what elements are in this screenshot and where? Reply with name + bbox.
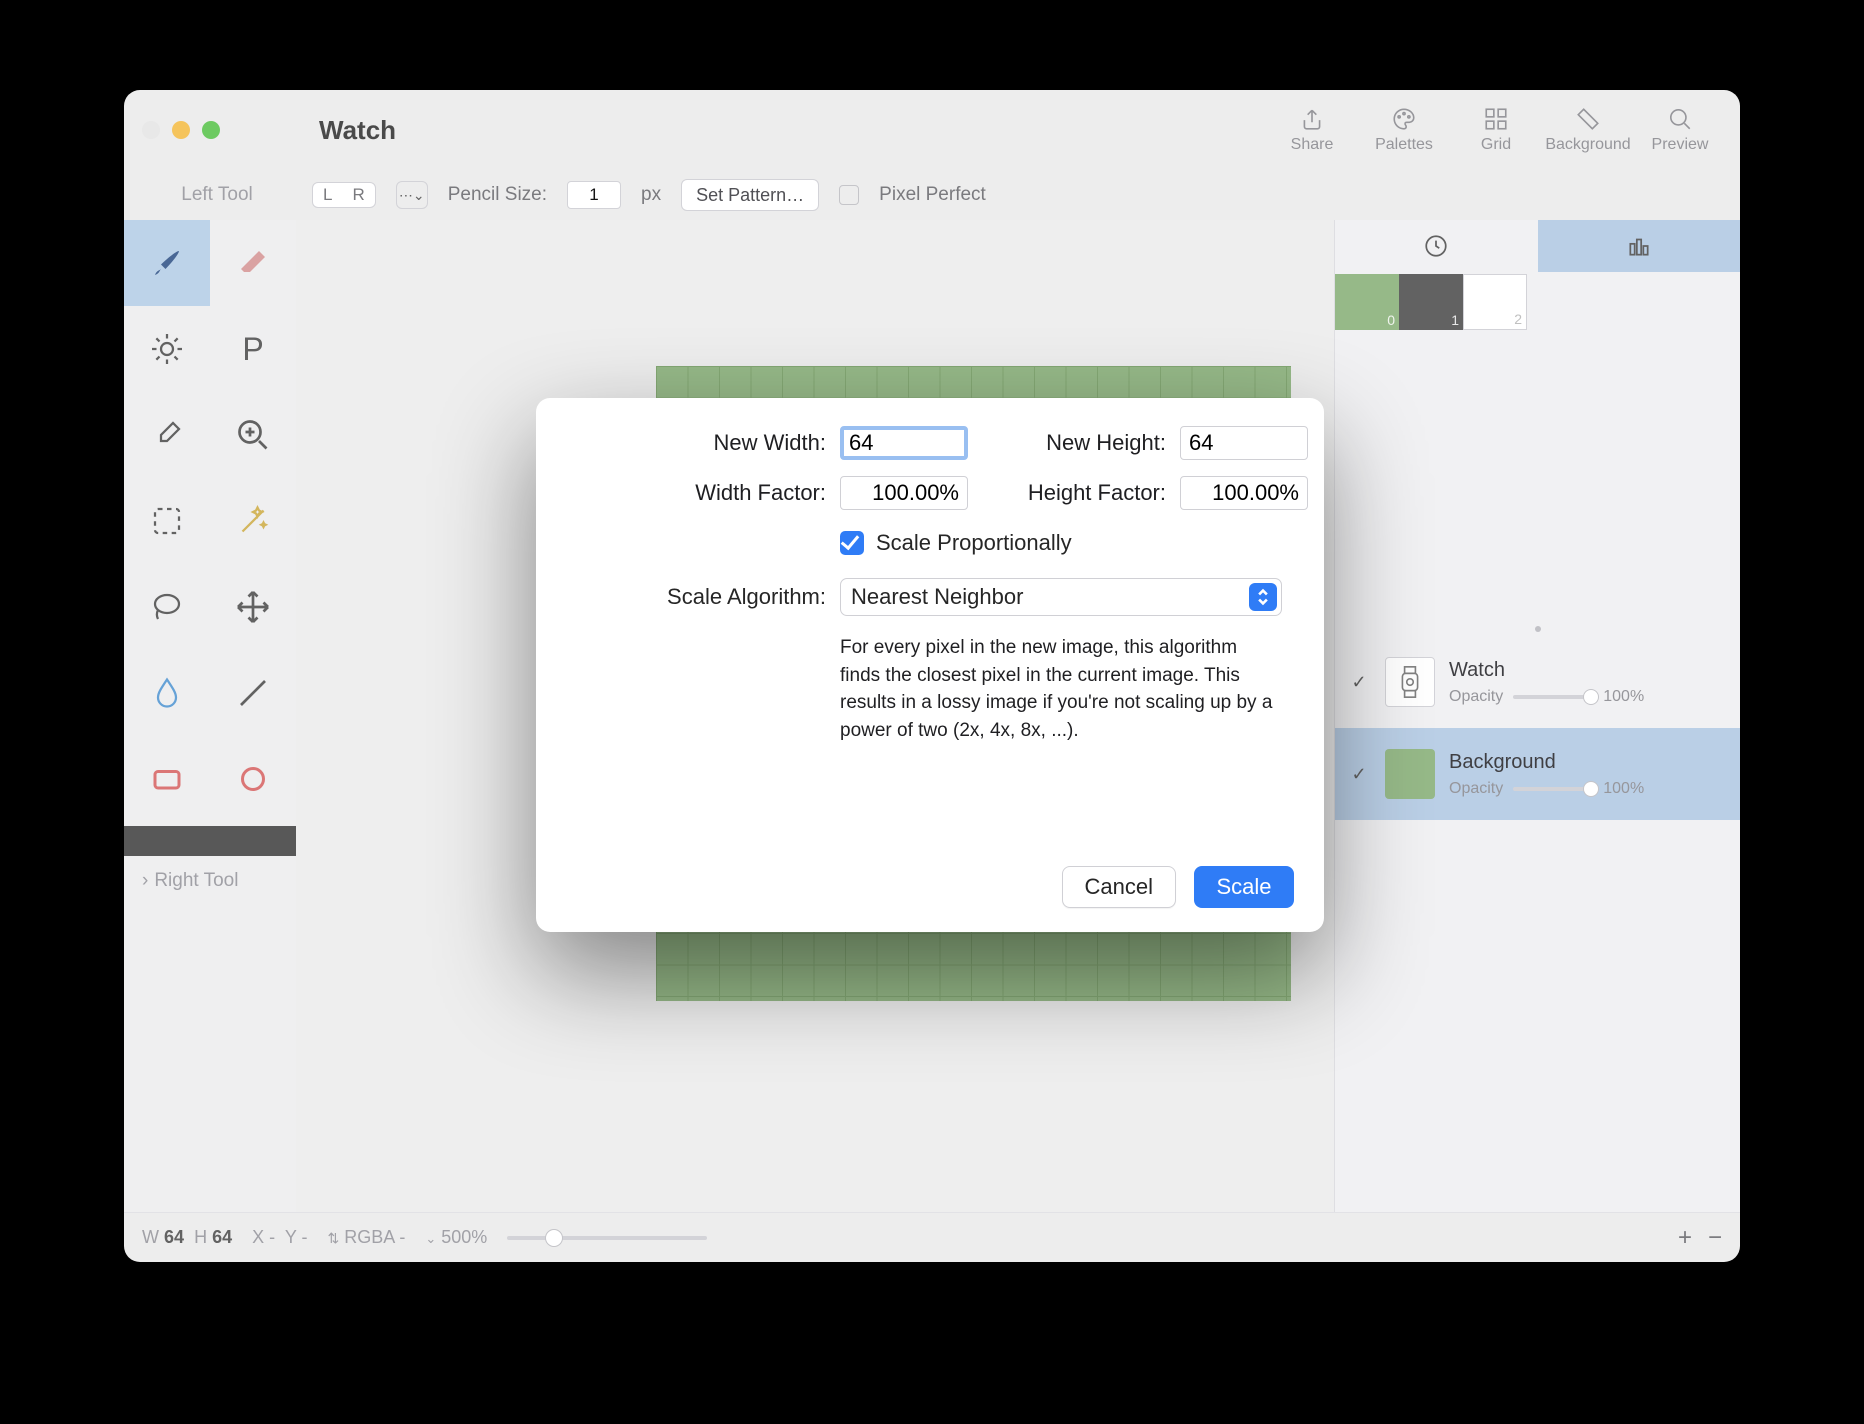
chevron-updown-icon xyxy=(1249,583,1277,611)
algorithm-description: For every pixel in the new image, this a… xyxy=(840,634,1282,744)
scale-proportionally-checkbox[interactable] xyxy=(840,531,864,555)
new-width-label: New Width: xyxy=(578,430,840,456)
scale-dialog: New Width: New Height: Width Factor: Hei… xyxy=(536,398,1324,932)
new-height-label: New Height: xyxy=(980,430,1180,456)
height-factor-label: Height Factor: xyxy=(980,480,1180,506)
cancel-button[interactable]: Cancel xyxy=(1062,866,1176,908)
height-factor-input[interactable] xyxy=(1180,476,1308,510)
width-factor-label: Width Factor: xyxy=(578,480,840,506)
algorithm-select[interactable]: Nearest Neighbor xyxy=(840,578,1282,616)
algorithm-value: Nearest Neighbor xyxy=(851,584,1023,610)
algorithm-label: Scale Algorithm: xyxy=(578,584,826,610)
new-height-input[interactable] xyxy=(1180,426,1308,460)
width-factor-input[interactable] xyxy=(840,476,968,510)
scale-proportionally-label: Scale Proportionally xyxy=(876,530,1072,556)
new-width-input[interactable] xyxy=(840,426,968,460)
scale-button[interactable]: Scale xyxy=(1194,866,1294,908)
